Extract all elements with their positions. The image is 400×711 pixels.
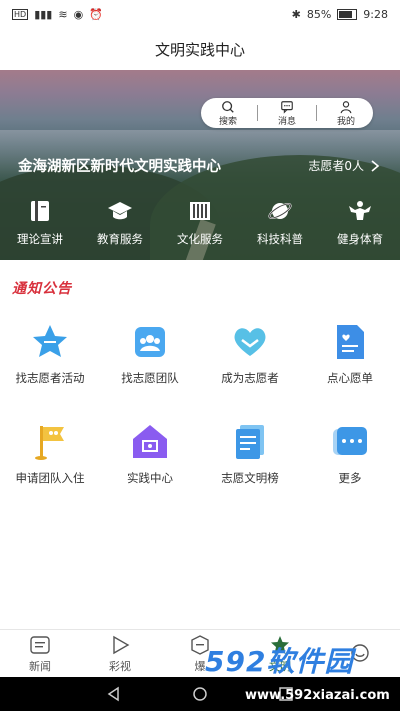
team-icon <box>135 327 165 357</box>
feature-label: 实践中心 <box>127 471 173 485</box>
flag-icon <box>35 426 64 460</box>
ranking-icon <box>236 425 264 459</box>
category-theory[interactable]: 理论宣讲 <box>4 198 76 247</box>
ranking-button[interactable]: 志愿文明榜 <box>205 422 295 486</box>
nav-label: 彩视 <box>109 660 131 673</box>
clock: 9:28 <box>363 7 388 21</box>
category-row: 理论宣讲 教育服务 文化服务 科技科普 健身体育 <box>0 198 400 247</box>
center-name: 金海湖新区新时代文明实践中心 <box>18 159 221 175</box>
back-icon[interactable] <box>106 686 122 702</box>
more-icon <box>333 427 367 455</box>
watermark-url: www.592xiazai.com <box>245 688 390 703</box>
feature-label: 找志愿者活动 <box>15 371 85 385</box>
category-label: 文化服务 <box>177 232 223 246</box>
graduation-cap-icon <box>108 202 132 220</box>
find-activity-button[interactable]: 找志愿者活动 <box>5 322 95 386</box>
news-icon <box>30 636 50 654</box>
chevron-right-icon <box>371 159 380 172</box>
category-science[interactable]: 科技科普 <box>244 198 316 247</box>
hero-toolbar: 搜索 消息 我的 <box>201 98 373 128</box>
alarm-icon: ⏰ <box>89 7 103 21</box>
feature-label: 找志愿团队 <box>121 371 179 385</box>
star-icon <box>33 325 67 357</box>
fitness-icon <box>349 201 371 220</box>
culture-icon <box>190 202 210 220</box>
nav-video[interactable]: 彩视 <box>85 634 155 674</box>
practice-center-button[interactable]: 实践中心 <box>105 422 195 486</box>
user-icon <box>340 100 352 113</box>
more-button[interactable]: 更多 <box>305 422 395 486</box>
profile-button[interactable]: 我的 <box>321 100 371 127</box>
profile-label: 我的 <box>336 116 355 127</box>
eye-icon: ◉ <box>73 7 84 21</box>
feature-grid: 找志愿者活动 找志愿团队 成为志愿者 点心愿单 申请团队入住 实践中心 志愿文明… <box>0 322 400 522</box>
category-label: 科技科普 <box>257 232 303 246</box>
category-label: 教育服务 <box>97 232 143 246</box>
wish-list-icon <box>337 325 364 359</box>
apply-team-button[interactable]: 申请团队入住 <box>5 422 95 486</box>
bluetooth-icon: ✱ <box>291 7 301 21</box>
nav-label: 新闻 <box>29 660 51 673</box>
hd-indicator: HD <box>12 8 29 20</box>
volunteer-count: 志愿者0人 <box>308 159 364 173</box>
wifi-icon: ≋ <box>58 7 68 21</box>
message-label: 消息 <box>277 116 296 127</box>
feature-row: 找志愿者活动 找志愿团队 成为志愿者 点心愿单 <box>0 322 400 386</box>
category-culture[interactable]: 文化服务 <box>164 198 236 247</box>
status-bar: HD ▮▮▮ ≋ ◉ ⏰ ✱ 85% 9:28 <box>0 0 400 28</box>
search-label: 搜索 <box>218 116 237 127</box>
book-icon <box>31 201 49 221</box>
heart-icon <box>234 328 266 356</box>
house-icon <box>133 425 167 458</box>
feature-label: 更多 <box>338 471 362 485</box>
search-icon <box>222 100 234 113</box>
become-volunteer-button[interactable]: 成为志愿者 <box>205 322 295 386</box>
play-icon <box>113 635 130 655</box>
toolbar-divider <box>257 105 258 121</box>
signal-icon: ▮▮▮ <box>34 7 53 21</box>
message-button[interactable]: 消息 <box>262 100 312 127</box>
watermark: 592软件园 www.592xiazai.com <box>195 632 400 711</box>
toolbar-divider <box>316 105 317 121</box>
search-button[interactable]: 搜索 <box>203 100 253 127</box>
hero-banner: 搜索 消息 我的 金海湖新区新时代文明实践中心 志愿者0人 理论宣讲 教育服务 … <box>0 70 400 260</box>
battery-percent: 85% <box>306 7 332 21</box>
watermark-brand: 592软件园 <box>205 645 354 678</box>
status-left: HD ▮▮▮ ≋ ◉ ⏰ <box>12 8 103 21</box>
feature-row: 申请团队入住 实践中心 志愿文明榜 更多 <box>0 422 400 486</box>
category-label: 理论宣讲 <box>17 232 63 246</box>
feature-label: 申请团队入住 <box>15 471 85 485</box>
category-label: 健身体育 <box>337 232 383 246</box>
battery-icon <box>337 8 358 20</box>
planet-icon <box>268 203 292 219</box>
wish-list-button[interactable]: 点心愿单 <box>305 322 395 386</box>
feature-label: 成为志愿者 <box>221 371 279 385</box>
category-fitness[interactable]: 健身体育 <box>324 198 396 247</box>
page-title: 文明实践中心 <box>154 40 245 59</box>
message-icon <box>281 100 293 114</box>
find-team-button[interactable]: 找志愿团队 <box>105 322 195 386</box>
feature-label: 点心愿单 <box>327 371 373 385</box>
feature-label: 志愿文明榜 <box>221 471 279 485</box>
volunteer-count-link[interactable]: 志愿者0人 <box>308 157 380 174</box>
nav-news[interactable]: 新闻 <box>5 634 75 674</box>
status-right: ✱ 85% 9:28 <box>292 8 388 21</box>
category-education[interactable]: 教育服务 <box>84 198 156 247</box>
notice-heading[interactable]: 通知公告 <box>12 278 72 298</box>
